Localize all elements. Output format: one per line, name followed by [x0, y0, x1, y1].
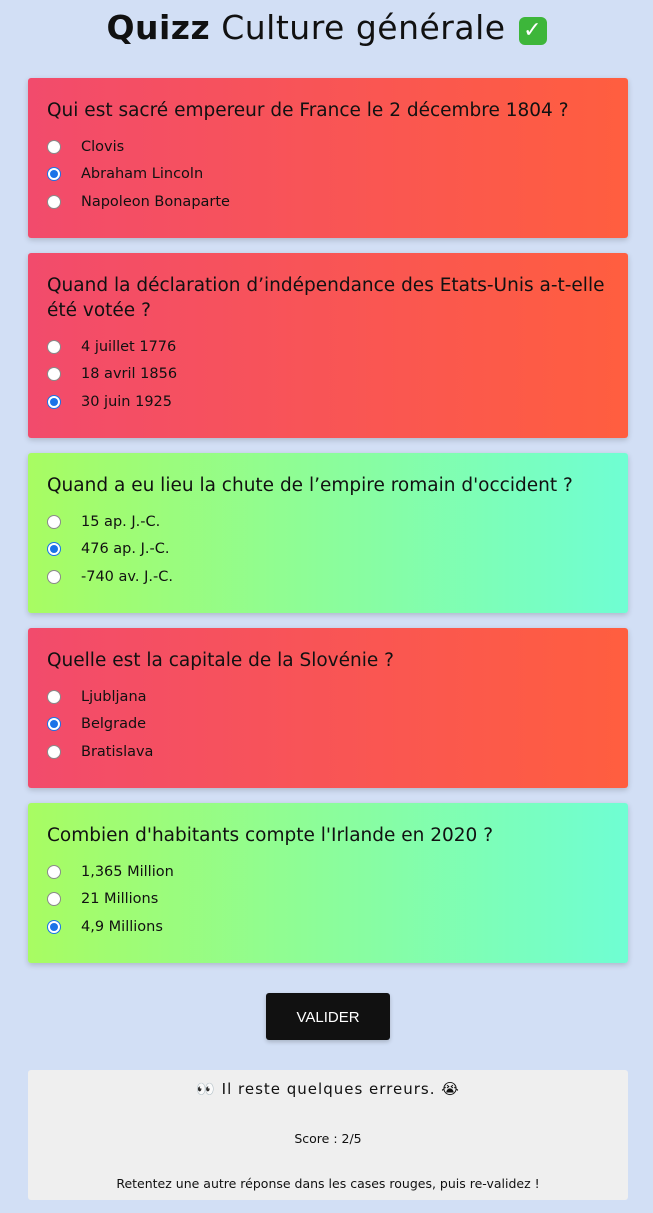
answer-option[interactable]: 4,9 Millions: [47, 913, 609, 941]
eyes-icon: 👀: [196, 1080, 216, 1098]
hint-text: Retentez une autre réponse dans les case…: [116, 1176, 540, 1191]
option-label: 4 juillet 1776: [81, 338, 177, 355]
radio-button[interactable]: [47, 514, 61, 529]
question-text: Qui est sacré empereur de France le 2 dé…: [47, 100, 569, 121]
option-label: -740 av. J.-C.: [81, 568, 173, 585]
answer-option[interactable]: 476 ap. J.-C.: [47, 536, 609, 564]
answer-option[interactable]: Belgrade: [47, 711, 609, 739]
option-label: Abraham Lincoln: [81, 166, 204, 183]
option-label: 21 Millions: [81, 891, 159, 908]
crying-face-icon: 😭: [441, 1080, 460, 1098]
option-label: 476 ap. J.-C.: [81, 541, 170, 558]
answer-option[interactable]: Abraham Lincoln: [47, 161, 609, 189]
option-label: Ljubljana: [81, 688, 147, 705]
question-card-3: Quand a eu lieu la chute de l’empire rom…: [28, 453, 628, 613]
option-label: Belgrade: [81, 716, 147, 733]
answer-option[interactable]: -740 av. J.-C.: [47, 563, 609, 591]
question-text: Quelle est la capitale de la Slovénie ?: [47, 650, 394, 671]
radio-button[interactable]: [47, 892, 61, 907]
answer-option[interactable]: Clovis: [47, 133, 609, 161]
answer-option[interactable]: 15 ap. J.-C.: [47, 508, 609, 536]
radio-button[interactable]: [47, 569, 61, 584]
option-label: 18 avril 1856: [81, 366, 178, 383]
option-label: Clovis: [81, 138, 125, 155]
radio-button[interactable]: [47, 139, 61, 154]
question-card-2: Quand la déclaration d’indépendance des …: [28, 253, 628, 438]
score-text: Score : 2/5: [294, 1131, 362, 1146]
option-label: Napoleon Bonaparte: [81, 193, 230, 210]
option-label: 4,9 Millions: [81, 918, 163, 935]
answer-option[interactable]: Napoleon Bonaparte: [47, 188, 609, 216]
result-message: 👀 Il reste quelques erreurs. 😭: [28, 1080, 628, 1098]
option-label: 1,365 Million: [81, 863, 174, 880]
radio-button[interactable]: [47, 194, 61, 209]
radio-button-selected[interactable]: [47, 167, 61, 182]
answer-option[interactable]: Ljubljana: [47, 683, 609, 711]
answer-option[interactable]: 30 juin 1925: [47, 388, 609, 416]
radio-button[interactable]: [47, 689, 61, 704]
question-text: Combien d'habitants compte l'Irlande en …: [47, 825, 494, 846]
title-rest: Culture générale: [221, 8, 506, 47]
result-panel: 👀 Il reste quelques erreurs. 😭 Score : 2…: [28, 1070, 628, 1200]
radio-button[interactable]: [47, 864, 61, 879]
option-label: 15 ap. J.-C.: [81, 513, 161, 530]
radio-button-selected[interactable]: [47, 542, 61, 557]
question-card-5: Combien d'habitants compte l'Irlande en …: [28, 803, 628, 963]
result-message-text: Il reste quelques erreurs.: [221, 1080, 436, 1098]
question-text: Quand la déclaration d’indépendance des …: [47, 275, 605, 321]
answer-option[interactable]: Bratislava: [47, 738, 609, 766]
question-card-4: Quelle est la capitale de la Slovénie ? …: [28, 628, 628, 788]
question-card-1: Qui est sacré empereur de France le 2 dé…: [28, 78, 628, 238]
radio-button[interactable]: [47, 744, 61, 759]
answer-option[interactable]: 4 juillet 1776: [47, 333, 609, 361]
validate-button[interactable]: VALIDER: [266, 993, 390, 1040]
title-bold: Quizz: [106, 8, 211, 47]
radio-button[interactable]: [47, 339, 61, 354]
answer-option[interactable]: 21 Millions: [47, 886, 609, 914]
question-text: Quand a eu lieu la chute de l’empire rom…: [47, 475, 573, 496]
answer-option[interactable]: 1,365 Million: [47, 858, 609, 886]
option-label: 30 juin 1925: [81, 393, 173, 410]
radio-button-selected[interactable]: [47, 717, 61, 732]
page-title: Quizz Culture générale ✓: [0, 8, 653, 48]
check-mark-button-icon: ✓: [518, 17, 547, 45]
answer-option[interactable]: 18 avril 1856: [47, 361, 609, 389]
radio-button[interactable]: [47, 367, 61, 382]
option-label: Bratislava: [81, 743, 154, 760]
radio-button-selected[interactable]: [47, 394, 61, 409]
radio-button-selected[interactable]: [47, 919, 61, 934]
